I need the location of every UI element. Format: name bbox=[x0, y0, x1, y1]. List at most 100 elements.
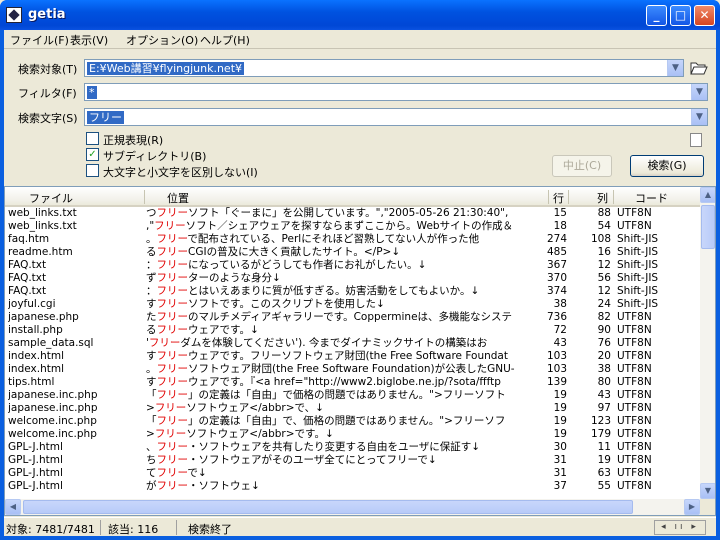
menu-options[interactable]: オプション(O) bbox=[126, 32, 198, 48]
match-keyword: フリー bbox=[154, 428, 187, 440]
table-row[interactable]: japanese.inc.php >フリーソフトウェア</abbr>で、↓ 19 97… bbox=[5, 402, 700, 415]
row-position: ,"フリーソフト／シェアウェアを探すならまずここから。Webサイトの作成＆ bbox=[146, 220, 526, 233]
target-combo[interactable]: E:¥Web講習¥flyingjunk.net¥ ▼ bbox=[84, 59, 684, 77]
match-prefix: 「 bbox=[146, 415, 157, 427]
row-col: 123 bbox=[590, 415, 611, 427]
table-row[interactable]: FAQ.txt ずフリーターのような身分↓ 370 56 Shift-JIS bbox=[5, 272, 700, 285]
match-prefix: ず bbox=[146, 272, 157, 284]
table-row[interactable]: joyful.cgi すフリーソフトです。このスクリプトを使用した↓ 38 24 Shi… bbox=[5, 298, 700, 311]
scroll-up-icon[interactable]: ▲ bbox=[700, 187, 715, 203]
row-position: 。フリーで配布されている、Perlにそれほど習熟してない人が作った他 bbox=[146, 233, 526, 246]
match-suffix: ソフトウェア</abbr>です。↓ bbox=[186, 428, 334, 440]
table-row[interactable]: index.html すフリーウェアです。フリーソフトウェア財団(the Free… bbox=[5, 350, 700, 363]
table-row[interactable]: GPL-J.html てフリーで↓ 31 63 UTF8N bbox=[5, 467, 700, 480]
close-button[interactable]: ✕ bbox=[694, 5, 715, 26]
title-bar[interactable]: getia _ □ ✕ bbox=[0, 0, 720, 30]
regex-checkbox[interactable] bbox=[86, 132, 99, 145]
menu-view[interactable]: 表示(V) bbox=[70, 32, 108, 48]
table-row[interactable]: japanese.php たフリーのマルチメディアギャラリーです。Coppermi… bbox=[5, 311, 700, 324]
table-row[interactable]: web_links.txt つフリーソフト「ぐーまに」を公開しています。","20… bbox=[5, 207, 700, 220]
chevron-down-icon[interactable]: ▼ bbox=[691, 84, 707, 100]
subdir-checkbox[interactable]: ✓ bbox=[86, 148, 99, 161]
target-label: 検索対象(T) bbox=[18, 63, 78, 76]
stop-button[interactable]: 中止(C) bbox=[552, 155, 612, 177]
row-code: UTF8N bbox=[617, 363, 652, 375]
row-code: UTF8N bbox=[617, 389, 652, 401]
row-position: 'フリーダムを体験してください'). 今までダイナミックサイトの構築はお bbox=[146, 337, 526, 350]
list-header: ファイル 位置 行 列 コード bbox=[5, 187, 700, 207]
row-position: るフリーCGIの普及に大きく貢献したサイト。</P>↓ bbox=[146, 246, 526, 259]
table-row[interactable]: sample_data.sql 'フリーダムを体験してください'). 今までダイナ… bbox=[5, 337, 700, 350]
match-prefix: つ bbox=[146, 207, 157, 219]
search-button[interactable]: 検索(G) bbox=[630, 155, 704, 177]
vertical-scrollbar[interactable]: ▲ ▼ bbox=[700, 187, 715, 499]
table-row[interactable]: japanese.inc.php 「フリー」の定義は「自由」で価格の問題ではありま… bbox=[5, 389, 700, 402]
table-row[interactable]: welcome.inc.php 「フリー」の定義は「自由」で、価格の問題ではありま… bbox=[5, 415, 700, 428]
table-row[interactable]: faq.htm 。フリーで配布されている、Perlにそれほど習熟してない人が作った… bbox=[5, 233, 700, 246]
chevron-down-icon[interactable]: ▼ bbox=[691, 109, 707, 125]
vertical-scroll-thumb[interactable] bbox=[701, 205, 715, 249]
menu-file[interactable]: ファイル(F) bbox=[10, 32, 69, 48]
app-icon bbox=[6, 7, 22, 23]
header-position[interactable]: 位置 bbox=[167, 190, 189, 206]
row-code: UTF8N bbox=[617, 350, 652, 362]
scroll-down-icon[interactable]: ▼ bbox=[700, 483, 715, 499]
table-row[interactable]: install.php るフリーウェアです。↓ 72 90 UTF8N bbox=[5, 324, 700, 337]
table-row[interactable]: FAQ.txt ：フリーになっているがどうしても作者にお礼がしたい。↓ 367 12 S… bbox=[5, 259, 700, 272]
row-code: UTF8N bbox=[617, 441, 652, 453]
table-row[interactable]: readme.htm るフリーCGIの普及に大きく貢献したサイト。</P>↓ 485… bbox=[5, 246, 700, 259]
header-line[interactable]: 行 bbox=[553, 190, 564, 206]
horizontal-scrollbar[interactable]: ◀ ▶ bbox=[5, 499, 700, 515]
row-line: 19 bbox=[553, 428, 567, 440]
table-row[interactable]: GPL-J.html 、フリー・ソフトウェアを共有したり変更する自由をユーザに保証… bbox=[5, 441, 700, 454]
menu-help[interactable]: ヘルプ(H) bbox=[200, 32, 250, 48]
filter-combo[interactable]: * ▼ bbox=[84, 83, 708, 101]
row-file: GPL-J.html bbox=[8, 454, 63, 466]
match-keyword: フリー bbox=[156, 441, 189, 453]
row-col: 179 bbox=[590, 428, 611, 440]
row-position: 。フリーソフトウェア財団(the Free Software Foundatio… bbox=[146, 363, 526, 376]
menu-bar: ファイル(F) 表示(V) オプション(O) ヘルプ(H) bbox=[4, 30, 716, 49]
table-row[interactable]: GPL-J.html がフリー・ソフトウェ↓ 37 55 UTF8N bbox=[5, 480, 700, 493]
row-line: 18 bbox=[553, 220, 567, 232]
document-icon[interactable] bbox=[690, 133, 702, 147]
match-suffix: ソフトウェア</abbr>で、↓ bbox=[186, 402, 324, 414]
row-col: 20 bbox=[597, 350, 611, 362]
row-position: がフリー・ソフトウェ↓ bbox=[146, 480, 526, 493]
header-col[interactable]: 列 bbox=[597, 190, 608, 206]
table-row[interactable]: index.html 。フリーソフトウェア財団(the Free Software… bbox=[5, 363, 700, 376]
match-suffix: ・ソフトウェアを共有したり変更する自由をユーザに保証す↓ bbox=[188, 441, 481, 453]
results-list[interactable]: ファイル 位置 行 列 コード web_links.txt つフリーソフト「ぐーま… bbox=[4, 186, 716, 516]
row-code: UTF8N bbox=[617, 402, 652, 414]
chevron-down-icon[interactable]: ▼ bbox=[667, 60, 683, 76]
case-checkbox[interactable] bbox=[86, 164, 99, 177]
table-row[interactable]: FAQ.txt ：フリーとはいえあまりに質が低すぎる。妨害活動をしてもよいか。↓ 3… bbox=[5, 285, 700, 298]
row-file: welcome.inc.php bbox=[8, 415, 97, 427]
row-col: 38 bbox=[597, 363, 611, 375]
header-file[interactable]: ファイル bbox=[29, 190, 73, 206]
table-row[interactable]: welcome.inc.php >フリーソフトウェア</abbr>です。↓ 19 17… bbox=[5, 428, 700, 441]
subdir-label: サブディレクトリ(B) bbox=[103, 150, 207, 163]
match-prefix: > bbox=[146, 428, 155, 440]
status-nav-control[interactable]: ◂ ıı ▸ bbox=[654, 520, 706, 535]
table-row[interactable]: web_links.txt ,"フリーソフト／シェアウェアを探すならまずここから。… bbox=[5, 220, 700, 233]
header-code[interactable]: コード bbox=[635, 190, 668, 206]
row-col: 12 bbox=[597, 285, 611, 297]
table-row[interactable]: GPL-J.html ちフリー・ソフトウェアがそのユーザ全てにとってフリーで↓ 31… bbox=[5, 454, 700, 467]
table-row[interactable]: tips.html すフリーウェアです。『<a href="http://www2… bbox=[5, 376, 700, 389]
search-combo[interactable]: フリー ▼ bbox=[84, 108, 708, 126]
folder-open-icon[interactable] bbox=[690, 61, 708, 75]
match-prefix: 「 bbox=[146, 389, 157, 401]
maximize-button[interactable]: □ bbox=[670, 5, 691, 26]
row-code: UTF8N bbox=[617, 415, 652, 427]
match-keyword: フリー bbox=[156, 246, 189, 258]
match-suffix: ウェアです。フリーソフトウェア財団(the Free Software Foun… bbox=[188, 350, 508, 362]
row-position: >フリーソフトウェア</abbr>で、↓ bbox=[146, 402, 526, 415]
scroll-left-icon[interactable]: ◀ bbox=[5, 499, 21, 515]
row-col: 108 bbox=[590, 233, 611, 245]
horizontal-scroll-thumb[interactable] bbox=[23, 500, 633, 514]
row-position: るフリーウェアです。↓ bbox=[146, 324, 526, 337]
minimize-button[interactable]: _ bbox=[646, 5, 667, 26]
row-file: japanese.inc.php bbox=[8, 389, 98, 401]
scroll-right-icon[interactable]: ▶ bbox=[684, 499, 700, 515]
